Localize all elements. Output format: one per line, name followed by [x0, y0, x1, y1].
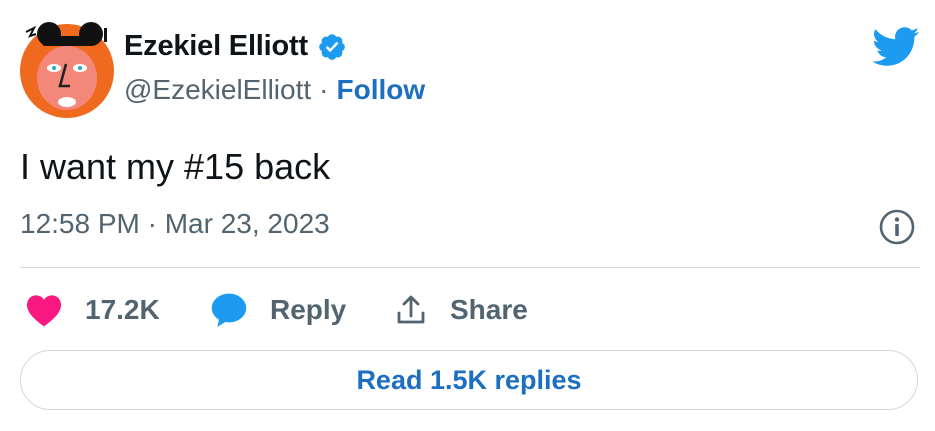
- cartoon-face-avatar-icon: [20, 22, 114, 118]
- reply-button[interactable]: Reply: [210, 290, 346, 330]
- read-replies-button[interactable]: Read 1.5K replies: [20, 350, 918, 410]
- twitter-bird-icon[interactable]: [872, 26, 920, 68]
- share-label: Share: [450, 294, 528, 325]
- author-display-name[interactable]: Ezekiel Elliott: [124, 30, 308, 63]
- tweet-text: I want my #15 back: [20, 146, 331, 187]
- author-handle-row: @EzekielElliott · Follow: [124, 74, 425, 106]
- like-button[interactable]: 17.2K: [25, 290, 160, 330]
- info-icon[interactable]: [878, 208, 916, 246]
- author-handle[interactable]: @EzekielElliott: [124, 74, 311, 106]
- tweet-timestamp[interactable]: 12:58 PM · Mar 23, 2023: [20, 208, 330, 240]
- reply-bubble-icon: [211, 293, 247, 327]
- avatar[interactable]: [20, 20, 114, 120]
- divider: [20, 267, 920, 268]
- share-button[interactable]: Share: [394, 290, 528, 330]
- verified-badge-icon: [317, 32, 347, 62]
- like-count: 17.2K: [85, 294, 160, 325]
- handle-separator: ·: [319, 74, 329, 105]
- share-upload-icon: [397, 295, 425, 324]
- follow-button[interactable]: Follow: [336, 74, 425, 106]
- author-name-row: Ezekiel Elliott: [124, 30, 347, 63]
- heart-icon: [27, 295, 61, 327]
- reply-label: Reply: [270, 294, 347, 325]
